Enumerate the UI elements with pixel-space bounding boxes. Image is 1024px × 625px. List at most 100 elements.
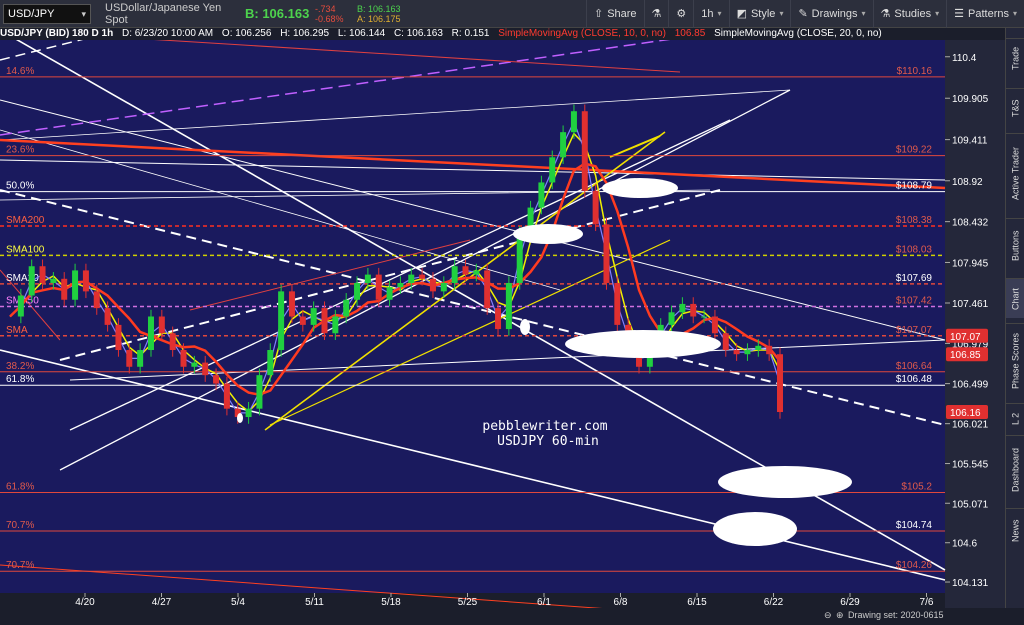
y-tick-label: 106.499 [952, 380, 989, 391]
y-tick-label: 107.461 [952, 299, 989, 310]
candle-body [614, 282, 621, 325]
candle-body [711, 316, 718, 334]
info-symbol: USD/JPY (BID) 180 D 1h [0, 28, 114, 39]
candle-body [429, 278, 436, 292]
highlight-ellipse [237, 413, 243, 423]
candle-body [343, 299, 350, 317]
candle-body [213, 375, 220, 384]
candle-body [505, 282, 512, 330]
candle-body [603, 224, 610, 283]
candle-body [419, 274, 426, 279]
candle-body [245, 408, 252, 418]
candle-body [310, 308, 317, 325]
candle-body [256, 375, 263, 409]
drawing-set-label: Drawing set: 2020-0615 [848, 610, 944, 620]
candle-body [158, 316, 165, 334]
flask-icon: ⚗ [880, 8, 891, 20]
flask-icon: ⚗ [651, 8, 662, 20]
x-tick-label: 6/29 [840, 597, 860, 608]
fib-price-label: $107.42 [896, 295, 933, 306]
info-sma10-value: 106.85 [674, 28, 706, 39]
candle-body [538, 182, 545, 208]
info-sma20: SimpleMovingAvg (CLOSE, 20, 0, no) [714, 28, 882, 39]
price-chart[interactable]: 14.6% $110.16 23.6% $109.22 50.0% $108.79 SMA2… [0, 40, 1005, 608]
candle-body [332, 316, 339, 334]
x-tick-label: 5/18 [381, 597, 401, 608]
symbol-input[interactable]: USD/JPY ▾ [3, 3, 91, 24]
candle-body [375, 274, 382, 300]
candle-body [169, 333, 176, 351]
zoom-out-icon[interactable]: ⊖ [824, 610, 832, 621]
candle-body [202, 362, 209, 376]
candle-body [549, 157, 556, 183]
candle-body [690, 303, 697, 317]
x-tick-label: 7/6 [920, 597, 934, 608]
highlight-ellipse [718, 466, 852, 498]
candle-body [722, 333, 729, 351]
tab-dashboard[interactable]: Dashboard [1006, 435, 1024, 503]
app-window: { "toolbar": { "symbol": "USD/JPY", "des… [0, 0, 1024, 625]
candle-body [386, 287, 393, 300]
fib-price-label: $104.26 [896, 560, 933, 571]
fib-price-label: $106.48 [896, 374, 933, 385]
candle-body [462, 266, 469, 275]
tab-chart[interactable]: Chart [1006, 278, 1024, 318]
patterns-label: Patterns [968, 7, 1009, 20]
candle-body [560, 132, 567, 158]
chevron-down-icon: ▾ [1012, 9, 1017, 18]
fib-price-label: $109.22 [896, 145, 933, 156]
status-bar: ⊖ ⊕ Drawing set: 2020-0615 [0, 608, 1024, 625]
settings-button[interactable]: ⚙ [668, 0, 693, 28]
tab-trade[interactable]: Trade [1006, 38, 1024, 78]
tab-buttons[interactable]: Buttons [1006, 218, 1024, 273]
watermark-line-1: pebblewriter.com [482, 419, 607, 434]
patterns-button[interactable]: ☰ Patterns ▾ [946, 0, 1024, 28]
drawings-label: Drawings [811, 7, 858, 20]
candle-body [299, 316, 306, 325]
candle-body [28, 266, 35, 296]
candle-body [440, 282, 447, 292]
share-icon: ⇧ [593, 8, 604, 20]
fib-price-label: $107.07 [896, 325, 933, 336]
x-tick-label: 6/22 [764, 597, 784, 608]
fib-level-label: SMA200 [6, 215, 45, 226]
candle-body [180, 350, 187, 367]
pencil-icon: ✎ [798, 8, 808, 20]
candle-body [115, 324, 122, 351]
x-tick-label: 5/11 [305, 597, 324, 608]
fib-price-label: $107.69 [896, 273, 933, 284]
info-range: R: 0.151 [451, 28, 490, 39]
tab-level-2[interactable]: L 2 [1006, 403, 1024, 433]
zoom-in-icon[interactable]: ⊕ [836, 610, 844, 621]
style-button[interactable]: ◩ Style ▾ [728, 0, 791, 28]
tab-active-trader[interactable]: Active Trader [1006, 133, 1024, 213]
studies-button[interactable]: ⚗ Studies ▾ [872, 0, 947, 28]
candle-body [223, 383, 230, 409]
symbol-text: USD/JPY [8, 7, 55, 20]
style-icon: ◩ [736, 8, 747, 20]
tab-news[interactable]: News [1006, 508, 1024, 553]
interval-button[interactable]: 1h ▾ [693, 0, 728, 28]
patterns-icon: ☰ [954, 8, 965, 20]
y-tick-label: 109.411 [952, 136, 988, 147]
tab-phase-scores[interactable]: Phase Scores [1006, 323, 1024, 398]
highlight-ellipse [602, 178, 678, 198]
drawings-button[interactable]: ✎ Drawings ▾ [790, 0, 872, 28]
y-tick-label: 109.905 [952, 94, 989, 105]
x-tick-label: 6/8 [614, 597, 628, 608]
y-tick-label: 104.131 [952, 578, 989, 589]
candle-body [50, 278, 57, 283]
candle-body [755, 345, 762, 351]
candle-body [147, 316, 154, 351]
candle-body [354, 282, 361, 300]
fib-level-label: 61.8% [6, 481, 34, 492]
candle-body [397, 282, 404, 288]
y-tick-label: 104.6 [952, 539, 977, 550]
flask-button[interactable]: ⚗ [643, 0, 669, 28]
info-low: L: 106.144 [337, 28, 386, 39]
share-button[interactable]: ⇧ Share [585, 0, 644, 28]
tab-time-and-sales[interactable]: T&S [1006, 88, 1024, 128]
candle-body [581, 111, 588, 191]
fib-level-label: 14.6% [6, 66, 34, 77]
chart-info-bar: USD/JPY (BID) 180 D 1h D: 6/23/20 10:00 … [0, 28, 1005, 40]
